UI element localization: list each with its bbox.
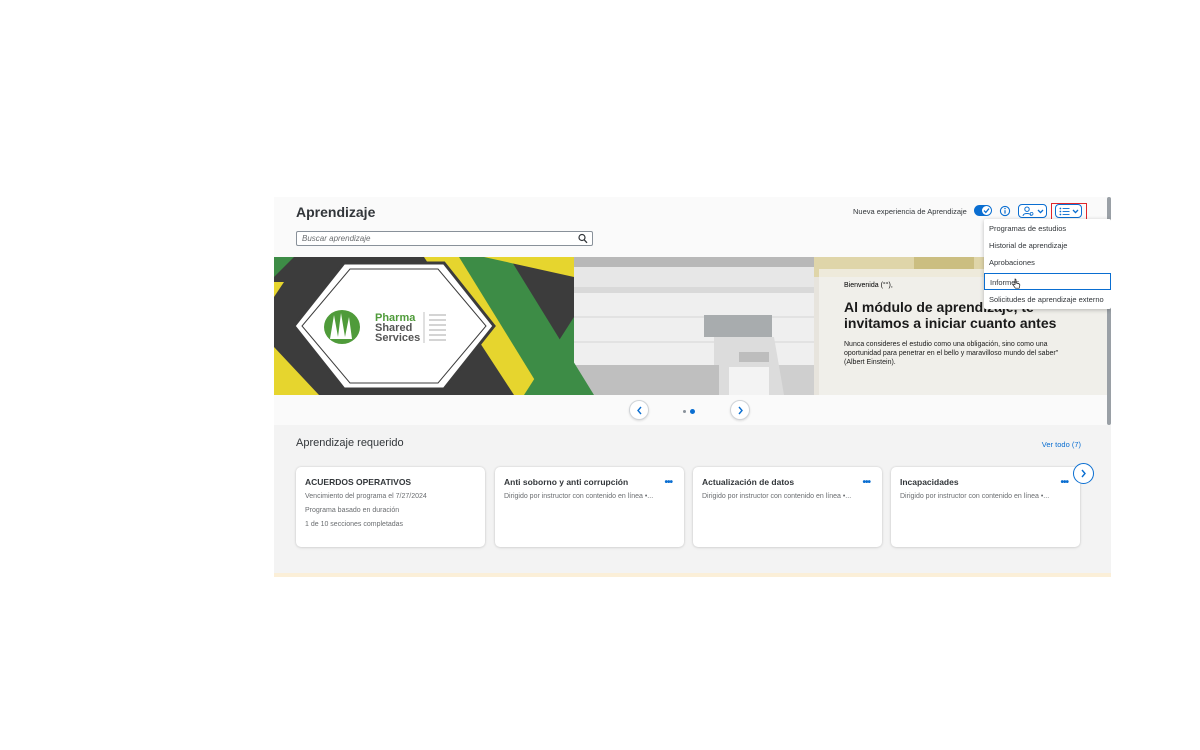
see-all-link[interactable]: Ver todo (7): [1042, 440, 1081, 449]
carousel-dot-1[interactable]: [683, 410, 686, 413]
check-icon: [983, 208, 990, 214]
card-delivery-type: Dirigido por instructor con contenido en…: [900, 493, 1050, 500]
user-settings-button[interactable]: [1018, 204, 1047, 218]
learning-card[interactable]: ACUERDOS OPERATIVOS Vencimiento del prog…: [296, 467, 485, 547]
menu-item-solicitudes[interactable]: Solicitudes de aprendizaje externo: [984, 291, 1111, 308]
card-delivery-type: Dirigido por instructor con contenido en…: [702, 493, 852, 500]
chevron-left-icon: [637, 406, 642, 415]
logo-text-line3: Services: [375, 332, 421, 344]
learning-card[interactable]: Actualización de datos ••• Dirigido por …: [693, 467, 882, 547]
learning-card[interactable]: Anti soborno y anti corrupción ••• Dirig…: [495, 467, 684, 547]
search-input[interactable]: [302, 233, 572, 244]
bottom-strip: [274, 573, 1111, 577]
chevron-down-icon: [1037, 209, 1044, 214]
learning-card[interactable]: Incapacidades ••• Dirigido por instructo…: [891, 467, 1080, 547]
chevron-right-icon: [1081, 469, 1086, 478]
card-title[interactable]: Anti soborno y anti corrupción: [504, 477, 628, 487]
search-icon[interactable]: [578, 233, 588, 244]
more-icon[interactable]: •••: [862, 477, 870, 488]
card-title[interactable]: Actualización de datos: [702, 477, 794, 487]
hero-quote: Nunca consideres el estudio como una obl…: [844, 341, 1059, 366]
more-icon[interactable]: •••: [1060, 477, 1068, 488]
menu-item-historial[interactable]: Historial de aprendizaje: [984, 237, 1111, 254]
required-learning-section: Aprendizaje requerido Ver todo (7) ACUER…: [274, 425, 1111, 573]
menu-item-aprobaciones[interactable]: Aprobaciones: [984, 254, 1111, 271]
menu-item-informes[interactable]: Informes: [984, 273, 1111, 290]
more-icon[interactable]: •••: [664, 477, 672, 488]
card-progress: 1 de 10 secciones completadas: [305, 521, 404, 528]
page-title: Aprendizaje: [296, 204, 376, 220]
toggle-knob: [982, 206, 991, 215]
new-experience-toggle[interactable]: [974, 205, 992, 216]
user-settings-icon: [1022, 206, 1034, 217]
learning-app-window: Aprendizaje Nueva experiencia de Aprendi…: [274, 197, 1111, 577]
card-delivery-type: Dirigido por instructor con contenido en…: [504, 493, 654, 500]
search-field[interactable]: [296, 231, 593, 246]
carousel-dot-2[interactable]: [690, 409, 695, 414]
carousel-prev-button[interactable]: [629, 400, 649, 420]
card-program-type: Programa basado en duración: [305, 507, 400, 514]
navigation-menu: Programas de estudios Historial de apren…: [984, 219, 1111, 309]
card-title[interactable]: ACUERDOS OPERATIVOS: [305, 477, 411, 487]
info-icon[interactable]: [999, 205, 1011, 217]
section-title: Aprendizaje requerido: [296, 437, 404, 449]
chevron-right-icon: [738, 406, 743, 415]
carousel-navigation: [274, 395, 1111, 425]
pointer-cursor-icon: [1012, 278, 1021, 289]
menu-item-programas[interactable]: Programas de estudios: [984, 220, 1111, 237]
carousel-next-button[interactable]: [730, 400, 750, 420]
card-due-date: Vencimiento del programa el 7/27/2024: [305, 493, 427, 500]
new-experience-label: Nueva experiencia de Aprendizaje: [853, 207, 967, 216]
cards-next-button[interactable]: [1073, 463, 1094, 484]
card-title[interactable]: Incapacidades: [900, 477, 959, 487]
